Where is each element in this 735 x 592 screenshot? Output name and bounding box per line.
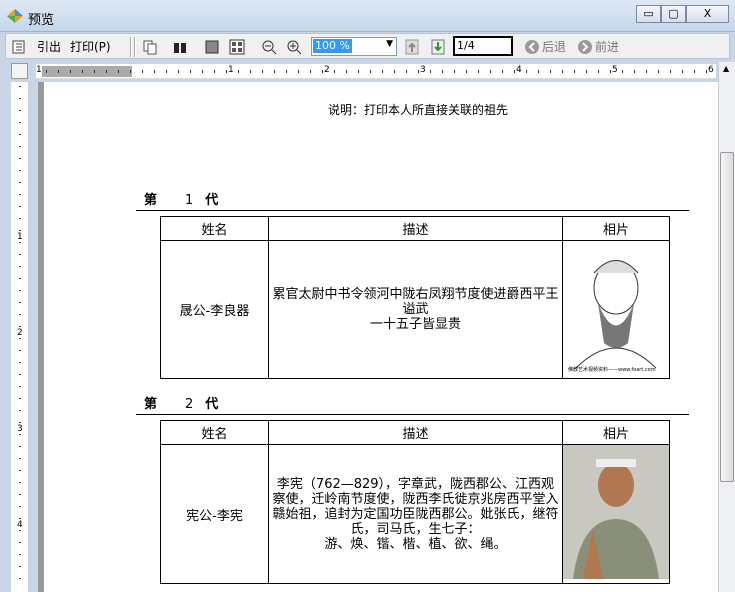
generation-table: 姓名 描述 相片 晟公-李良器 累官太尉中书令领河中陇右凤翔节度使进爵西平王谥武 一… (160, 216, 670, 379)
horizontal-ruler: 1 1 2 3 4 5 6 (36, 64, 716, 79)
ruler-label: 4 (17, 520, 23, 530)
maximize-button[interactable]: ▢ (661, 5, 686, 23)
ruler-label: 3 (17, 424, 23, 434)
generation-heading: 第2代 (144, 397, 219, 412)
minimize-button[interactable]: ▭ (636, 5, 661, 23)
zoom-value: 100 % (313, 39, 352, 53)
print-button[interactable]: 打印(P) (70, 38, 111, 56)
find-icon[interactable] (172, 39, 188, 55)
outline-icon[interactable] (11, 39, 27, 55)
toolbar: 引出 打印(P) 100 % ▼ 1/4 后退 前进 (5, 33, 730, 59)
scrollbar-thumb[interactable] (720, 152, 734, 482)
ruler-corner (11, 63, 28, 79)
separator (134, 37, 136, 57)
header-desc: 描述 (268, 216, 563, 241)
person-desc: 李宪（762—829），字章武，陇西郡公、江西观察使，迁岭南节度使，陇西李氏徙京… (268, 444, 563, 584)
vertical-scrollbar[interactable]: ▲ (718, 62, 735, 592)
divider (136, 414, 689, 415)
generation-table: 姓名 描述 相片 宪公-李宪 李宪（762—829），字章武，陇西郡公、江西观察使，… (160, 420, 670, 584)
person-photo: 佛教艺术视频资料——www.foart.com (562, 240, 670, 379)
page-number-input[interactable]: 1/4 (453, 36, 513, 56)
table-row: 宪公-李宪 李宪（762—829），字章武，陇西郡公、江西观察使，迁岭南节度使，… (160, 444, 670, 584)
person-desc: 累官太尉中书令领河中陇右凤翔节度使进爵西平王谥武 一十五子皆显贵 (268, 240, 563, 379)
vertical-ruler: 1 2 3 4 (11, 82, 28, 592)
back-icon[interactable] (524, 39, 540, 55)
preview-page: 说明：打印本人所直接关联的祖先 第1代 姓名 描述 相片 晟公-李良器 累官太尉中书… (38, 82, 718, 592)
person-name: 晟公-李良器 (160, 240, 269, 379)
back-button[interactable]: 后退 (542, 38, 566, 56)
forward-icon[interactable] (577, 39, 593, 55)
window-title: 预览 (28, 13, 55, 28)
export-button[interactable]: 引出 (37, 38, 61, 56)
forward-button[interactable]: 前进 (595, 38, 619, 56)
header-name: 姓名 (160, 420, 269, 445)
zoom-select[interactable]: 100 % ▼ (311, 37, 397, 56)
close-button[interactable]: X (686, 5, 729, 23)
ruler-label: 1 (17, 232, 23, 242)
scroll-up-icon[interactable]: ▲ (723, 64, 729, 73)
ruler-label: 1 (36, 65, 42, 75)
zoom-in-icon[interactable] (286, 39, 302, 55)
separator (130, 37, 132, 57)
report-note: 说明：打印本人所直接关联的祖先 (328, 103, 509, 117)
header-name: 姓名 (160, 216, 269, 241)
multi-page-icon[interactable] (229, 39, 245, 55)
prev-page-icon[interactable] (404, 39, 420, 55)
header-desc: 描述 (268, 420, 563, 445)
person-name: 宪公-李宪 (160, 444, 269, 584)
zoom-out-icon[interactable] (261, 39, 277, 55)
title-bar: 预览 ▭ ▢ X (0, 0, 735, 32)
header-photo: 相片 (562, 216, 670, 241)
table-row: 晟公-李良器 累官太尉中书令领河中陇右凤翔节度使进爵西平王谥武 一十五子皆显贵 … (160, 240, 670, 379)
header-photo: 相片 (562, 420, 670, 445)
app-logo-icon (7, 9, 23, 23)
person-photo (562, 444, 670, 584)
next-page-icon[interactable] (430, 39, 446, 55)
copy-icon[interactable] (142, 39, 158, 55)
single-page-icon[interactable] (204, 39, 220, 55)
divider (136, 210, 689, 211)
generation-heading: 第1代 (144, 193, 219, 208)
chevron-down-icon: ▼ (386, 39, 393, 49)
ruler-label: 2 (17, 328, 23, 338)
svg-text:佛教艺术视频资料——www.foart.com: 佛教艺术视频资料——www.foart.com (568, 366, 656, 373)
